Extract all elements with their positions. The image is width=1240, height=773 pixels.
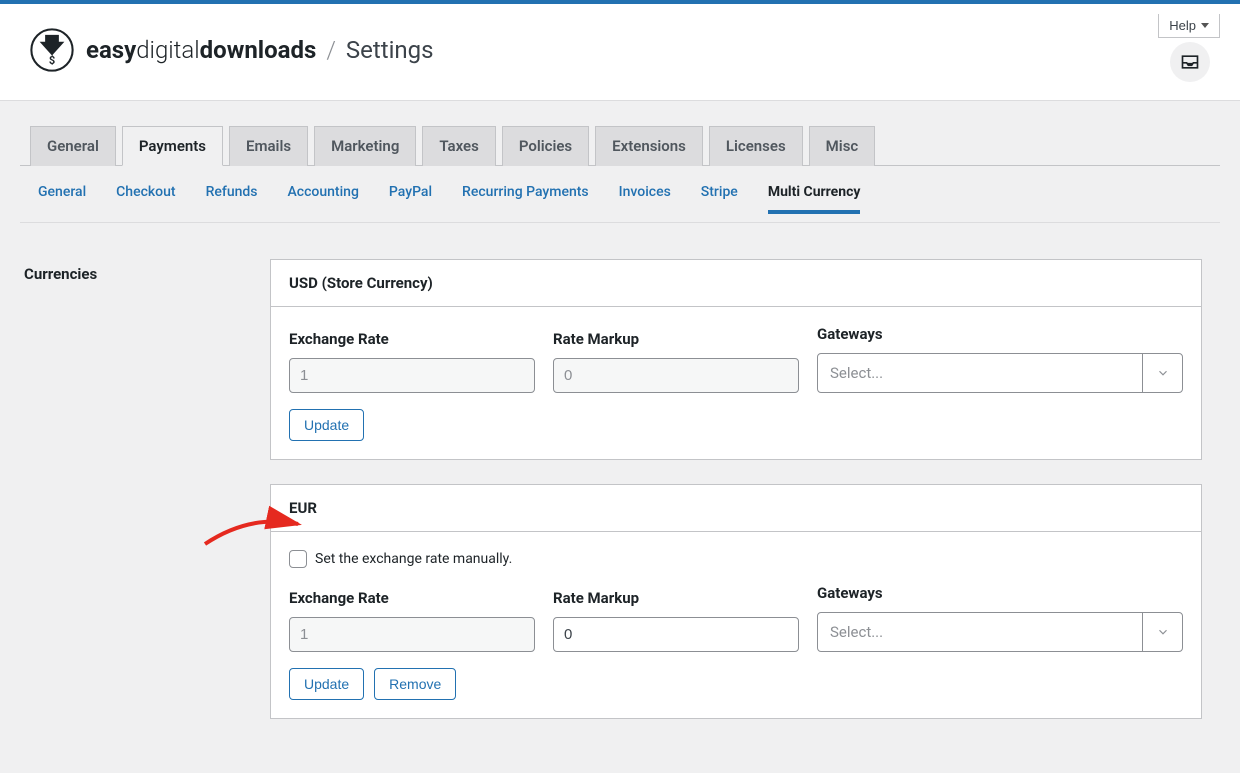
chevron-down-icon	[1142, 354, 1182, 392]
rate-markup-input[interactable]	[553, 617, 799, 652]
edd-logo-icon: $	[30, 28, 74, 72]
tab-licenses[interactable]: Licenses	[709, 126, 803, 166]
gateways-label: Gateways	[817, 584, 1183, 602]
subtab-recurring-payments[interactable]: Recurring Payments	[462, 184, 589, 214]
subtab-checkout[interactable]: Checkout	[116, 184, 175, 214]
payments-subtabs: General Checkout Refunds Accounting PayPal Re…	[20, 166, 1220, 223]
tab-extensions[interactable]: Extensions	[595, 126, 703, 166]
currency-card: USD (Store Currency) Exchange Rate Rate Ma…	[270, 259, 1202, 460]
currency-card-title: EUR	[271, 485, 1201, 532]
exchange-rate-label: Exchange Rate	[289, 330, 535, 348]
exchange-rate-input	[289, 617, 535, 652]
subtab-stripe[interactable]: Stripe	[701, 184, 738, 214]
inbox-icon[interactable]	[1170, 42, 1210, 82]
help-label: Help	[1169, 18, 1196, 33]
tab-payments[interactable]: Payments	[122, 126, 223, 166]
tab-emails[interactable]: Emails	[229, 126, 308, 166]
subtab-multi-currency[interactable]: Multi Currency	[768, 184, 861, 214]
manual-rate-label: Set the exchange rate manually.	[315, 551, 512, 567]
title-separator: /	[326, 36, 336, 64]
gateways-placeholder: Select...	[818, 364, 1142, 382]
subtab-accounting[interactable]: Accounting	[288, 184, 359, 214]
page-header: Help $ easydigitaldownloads / Settings	[0, 4, 1240, 101]
tab-taxes[interactable]: Taxes	[422, 126, 495, 166]
tab-policies[interactable]: Policies	[502, 126, 589, 166]
page-title: Settings	[346, 36, 434, 64]
rate-markup-label: Rate Markup	[553, 589, 799, 607]
gateways-placeholder: Select...	[818, 623, 1142, 641]
remove-button[interactable]: Remove	[374, 668, 456, 700]
update-button[interactable]: Update	[289, 409, 364, 441]
currency-card: EUR Set the exchange rate manually. Exchan…	[270, 484, 1202, 719]
tab-misc[interactable]: Misc	[809, 126, 876, 166]
brand-text: easydigitaldownloads	[86, 36, 316, 64]
rate-markup-input	[553, 358, 799, 393]
manual-rate-checkbox[interactable]	[289, 550, 307, 568]
gateways-label: Gateways	[817, 325, 1183, 343]
subtab-refunds[interactable]: Refunds	[206, 184, 258, 214]
gateways-select[interactable]: Select...	[817, 612, 1183, 652]
update-button[interactable]: Update	[289, 668, 364, 700]
section-label: Currencies	[20, 259, 270, 283]
rate-markup-label: Rate Markup	[553, 330, 799, 348]
help-button[interactable]: Help	[1158, 14, 1220, 38]
svg-text:$: $	[49, 54, 55, 67]
exchange-rate-label: Exchange Rate	[289, 589, 535, 607]
gateways-select[interactable]: Select...	[817, 353, 1183, 393]
tab-general[interactable]: General	[30, 126, 116, 166]
subtab-general[interactable]: General	[38, 184, 86, 214]
exchange-rate-input	[289, 358, 535, 393]
subtab-invoices[interactable]: Invoices	[619, 184, 671, 214]
settings-tabs: GeneralPaymentsEmailsMarketingTaxesPolic…	[20, 125, 1220, 166]
subtab-paypal[interactable]: PayPal	[389, 184, 432, 214]
tab-marketing[interactable]: Marketing	[314, 126, 416, 166]
chevron-down-icon	[1142, 613, 1182, 651]
currency-card-title: USD (Store Currency)	[271, 260, 1201, 307]
